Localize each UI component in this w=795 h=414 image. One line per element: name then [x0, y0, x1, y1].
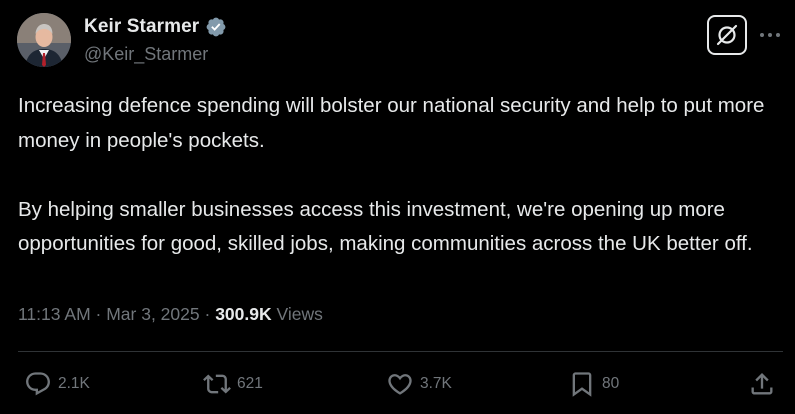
tweet-text: Increasing defence spending will bolster… [18, 89, 783, 262]
tweet-paragraph: Increasing defence spending will bolster… [18, 94, 765, 152]
tweet-card: Keir Starmer @Keir_Starmer Increasing de… [0, 0, 795, 414]
heart-icon [388, 374, 412, 395]
bookmark-count: 80 [602, 375, 620, 392]
more-dots-icon [760, 33, 780, 37]
share-button[interactable] [748, 370, 776, 398]
author-display-name[interactable]: Keir Starmer [84, 16, 199, 38]
views-count[interactable]: 300.9K [215, 304, 271, 324]
like-count: 3.7K [420, 375, 452, 392]
more-options-button[interactable] [755, 20, 785, 50]
grok-button[interactable] [707, 15, 747, 55]
views-label: Views [276, 304, 323, 324]
tweet-metadata: 11:13 AM · Mar 3, 2025 · 300.9K Views [18, 304, 323, 325]
tweet-date[interactable]: Mar 3, 2025 [106, 304, 199, 324]
meta-separator: · [95, 304, 102, 324]
author-name-row: Keir Starmer [84, 16, 227, 38]
author-handle[interactable]: @Keir_Starmer [84, 44, 208, 65]
repost-icon [203, 374, 231, 394]
avatar[interactable] [17, 13, 71, 67]
repost-count: 621 [237, 375, 263, 392]
divider [18, 351, 783, 352]
bookmark-icon [572, 372, 592, 397]
reply-count: 2.1K [58, 375, 90, 392]
reply-button[interactable]: 2.1K [24, 370, 90, 398]
share-icon [751, 373, 773, 395]
meta-separator: · [204, 304, 211, 324]
engagement-bar: 2.1K 621 3.7K 80 [0, 362, 795, 406]
like-button[interactable]: 3.7K [386, 370, 452, 398]
tweet-time[interactable]: 11:13 AM [18, 304, 91, 324]
reply-icon [26, 372, 50, 396]
grok-icon [716, 24, 738, 46]
repost-button[interactable]: 621 [203, 370, 263, 398]
tweet-paragraph: By helping smaller businesses access thi… [18, 197, 753, 256]
profile-photo [17, 13, 71, 67]
verified-badge-icon[interactable] [205, 16, 227, 38]
bookmark-button[interactable]: 80 [568, 370, 619, 398]
